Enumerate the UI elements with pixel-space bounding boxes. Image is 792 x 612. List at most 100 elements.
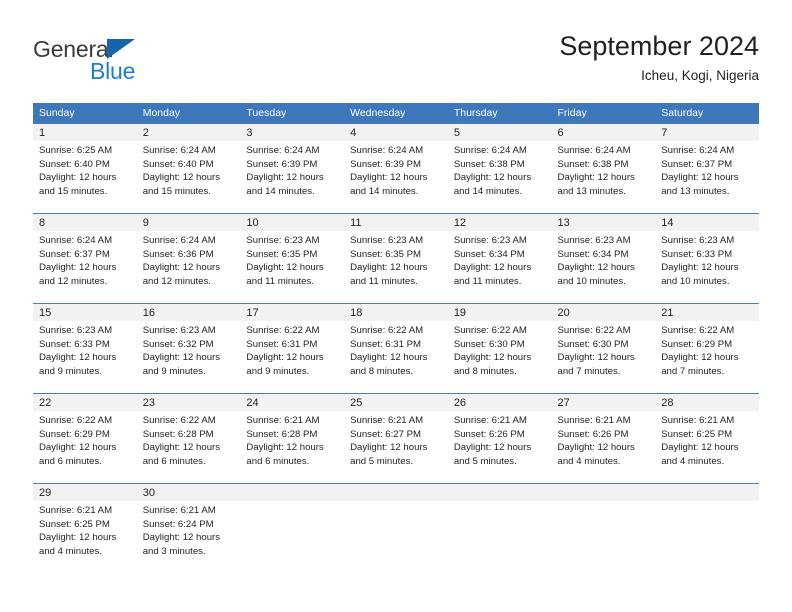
- day-number: 29: [33, 484, 137, 501]
- daylight-duration-line1: Daylight: 12 hours: [142, 352, 221, 364]
- day-details: Sunrise: 6:24 AM Sunset: 6:37 PM Daylight:…: [655, 141, 759, 198]
- calendar-day-cell[interactable]: 26 Sunrise: 6:21 AM Sunset: 6:26 PM Dayligh…: [447, 393, 552, 484]
- sunset-time: Sunset: 6:39 PM: [350, 158, 422, 170]
- day-details: Sunrise: 6:22 AM Sunset: 6:30 PM Daylight:…: [552, 321, 656, 378]
- calendar-empty-cell: [655, 483, 759, 574]
- day-number: 15: [33, 304, 137, 321]
- daylight-duration-line2: and 7 minutes.: [557, 365, 621, 377]
- daylight-duration-line1: Daylight: 12 hours: [39, 442, 117, 454]
- calendar-day-cell[interactable]: 10 Sunrise: 6:23 AM Sunset: 6:35 PM Dayligh…: [240, 213, 345, 304]
- daylight-duration-line2: and 3 minutes.: [142, 545, 206, 557]
- calendar-day-cell[interactable]: 25 Sunrise: 6:21 AM Sunset: 6:27 PM Dayligh…: [344, 393, 448, 484]
- day-number: 12: [447, 214, 552, 231]
- calendar-day-cell[interactable]: 6 Sunrise: 6:24 AM Sunset: 6:38 PM Daylight…: [551, 123, 656, 214]
- calendar-day-cell[interactable]: 5 Sunrise: 6:24 AM Sunset: 6:38 PM Daylight…: [447, 123, 552, 214]
- daylight-duration-line2: and 13 minutes.: [557, 185, 626, 197]
- calendar-day-cell[interactable]: 15 Sunrise: 6:23 AM Sunset: 6:33 PM Dayligh…: [33, 303, 137, 394]
- calendar-day-cell[interactable]: 11 Sunrise: 6:23 AM Sunset: 6:35 PM Dayligh…: [344, 213, 448, 304]
- calendar-day-cell[interactable]: 12 Sunrise: 6:23 AM Sunset: 6:34 PM Dayligh…: [447, 213, 552, 304]
- calendar-day-cell[interactable]: 17 Sunrise: 6:22 AM Sunset: 6:31 PM Dayligh…: [240, 303, 345, 394]
- calendar-table: Sunday Monday Tuesday Wednesday Thursday…: [33, 103, 759, 574]
- daylight-duration-line2: and 9 minutes.: [246, 365, 310, 377]
- daylight-duration-line1: Daylight: 12 hours: [246, 172, 324, 184]
- calendar-day-cell[interactable]: 21 Sunrise: 6:22 AM Sunset: 6:29 PM Dayligh…: [655, 303, 759, 394]
- day-details: Sunrise: 6:25 AM Sunset: 6:40 PM Daylight:…: [33, 141, 137, 198]
- day-number: [447, 484, 552, 501]
- daylight-duration-line1: Daylight: 12 hours: [246, 442, 324, 454]
- daylight-duration-line2: and 13 minutes.: [661, 185, 730, 197]
- daylight-duration-line1: Daylight: 12 hours: [39, 532, 117, 544]
- sunrise-time: Sunrise: 6:24 AM: [142, 145, 216, 156]
- calendar-day-cell[interactable]: 3 Sunrise: 6:24 AM Sunset: 6:39 PM Daylight…: [240, 123, 345, 214]
- calendar-day-cell[interactable]: 28 Sunrise: 6:21 AM Sunset: 6:25 PM Dayligh…: [655, 393, 759, 484]
- daylight-duration-line2: and 9 minutes.: [39, 365, 102, 377]
- daylight-duration-line1: Daylight: 12 hours: [142, 172, 221, 184]
- calendar-day-cell[interactable]: 9 Sunrise: 6:24 AM Sunset: 6:36 PM Daylight…: [136, 213, 241, 304]
- calendar-day-cell[interactable]: 16 Sunrise: 6:23 AM Sunset: 6:32 PM Dayligh…: [136, 303, 241, 394]
- sunset-time: Sunset: 6:38 PM: [557, 158, 629, 170]
- sunset-time: Sunset: 6:26 PM: [557, 428, 629, 440]
- calendar-day-cell[interactable]: 8 Sunrise: 6:24 AM Sunset: 6:37 PM Daylight…: [33, 213, 137, 304]
- weekday-header-sunday: Sunday: [33, 103, 137, 124]
- sunrise-time: Sunrise: 6:24 AM: [246, 145, 320, 156]
- page-header: General Blue September 2024 Icheu, Kogi,…: [0, 0, 792, 100]
- sunset-time: Sunset: 6:27 PM: [350, 428, 422, 440]
- sunset-time: Sunset: 6:28 PM: [142, 428, 214, 440]
- calendar-day-cell[interactable]: 24 Sunrise: 6:21 AM Sunset: 6:28 PM Dayligh…: [240, 393, 345, 484]
- day-number: 14: [655, 214, 759, 231]
- day-details: Sunrise: 6:23 AM Sunset: 6:32 PM Daylight:…: [137, 321, 241, 378]
- daylight-duration-line1: Daylight: 12 hours: [557, 172, 635, 184]
- calendar-day-cell[interactable]: 20 Sunrise: 6:22 AM Sunset: 6:30 PM Dayligh…: [551, 303, 656, 394]
- calendar-day-cell[interactable]: 29 Sunrise: 6:21 AM Sunset: 6:25 PM Dayligh…: [33, 483, 137, 574]
- daylight-duration-line2: and 11 minutes.: [350, 275, 418, 287]
- day-cell-inner: 11 Sunrise: 6:23 AM Sunset: 6:35 PM Dayligh…: [344, 214, 448, 303]
- sunrise-time: Sunrise: 6:22 AM: [350, 325, 424, 336]
- generalblue-logo[interactable]: General Blue: [33, 36, 213, 88]
- calendar-day-cell[interactable]: 4 Sunrise: 6:24 AM Sunset: 6:39 PM Daylight…: [344, 123, 448, 214]
- sunset-time: Sunset: 6:33 PM: [39, 338, 110, 350]
- day-cell-inner: 28 Sunrise: 6:21 AM Sunset: 6:25 PM Dayligh…: [655, 394, 759, 483]
- daylight-duration-line1: Daylight: 12 hours: [350, 172, 428, 184]
- day-cell-inner: 13 Sunrise: 6:23 AM Sunset: 6:34 PM Dayligh…: [551, 214, 656, 303]
- calendar-day-cell[interactable]: 23 Sunrise: 6:22 AM Sunset: 6:28 PM Dayligh…: [136, 393, 241, 484]
- sunrise-time: Sunrise: 6:22 AM: [39, 415, 113, 426]
- calendar-day-cell[interactable]: 13 Sunrise: 6:23 AM Sunset: 6:34 PM Dayligh…: [551, 213, 656, 304]
- day-cell-inner: 19 Sunrise: 6:22 AM Sunset: 6:30 PM Dayligh…: [447, 304, 552, 393]
- day-cell-inner: [447, 484, 552, 574]
- logo-text-blue: Blue: [90, 58, 136, 84]
- day-cell-inner: 29 Sunrise: 6:21 AM Sunset: 6:25 PM Dayligh…: [33, 484, 137, 574]
- weekday-header-monday: Monday: [136, 103, 241, 124]
- calendar-day-cell[interactable]: 14 Sunrise: 6:23 AM Sunset: 6:33 PM Dayligh…: [655, 213, 759, 304]
- day-number: 16: [136, 304, 241, 321]
- day-details: Sunrise: 6:24 AM Sunset: 6:39 PM Daylight:…: [240, 141, 344, 198]
- title-block: September 2024 Icheu, Kogi, Nigeria: [559, 30, 759, 86]
- sunrise-time: Sunrise: 6:21 AM: [142, 505, 216, 516]
- daylight-duration-line2: and 6 minutes.: [246, 455, 310, 467]
- calendar-day-cell[interactable]: 1 Sunrise: 6:25 AM Sunset: 6:40 PM Daylight…: [33, 123, 137, 214]
- sunrise-time: Sunrise: 6:21 AM: [39, 505, 113, 516]
- calendar-day-cell[interactable]: 27 Sunrise: 6:21 AM Sunset: 6:26 PM Dayligh…: [551, 393, 656, 484]
- day-details: [344, 501, 448, 504]
- calendar-empty-cell: [447, 483, 552, 574]
- day-details: [240, 501, 344, 504]
- daylight-duration-line2: and 8 minutes.: [453, 365, 517, 377]
- daylight-duration-line1: Daylight: 12 hours: [453, 352, 532, 364]
- day-cell-inner: 17 Sunrise: 6:22 AM Sunset: 6:31 PM Dayligh…: [240, 304, 345, 393]
- calendar-day-cell[interactable]: 18 Sunrise: 6:22 AM Sunset: 6:31 PM Dayligh…: [344, 303, 448, 394]
- sunset-time: Sunset: 6:26 PM: [453, 428, 525, 440]
- day-cell-inner: 12 Sunrise: 6:23 AM Sunset: 6:34 PM Dayligh…: [447, 214, 552, 303]
- sunrise-time: Sunrise: 6:24 AM: [557, 145, 631, 156]
- day-number: 24: [240, 394, 345, 411]
- calendar-day-cell[interactable]: 19 Sunrise: 6:22 AM Sunset: 6:30 PM Dayligh…: [447, 303, 552, 394]
- day-number: 30: [136, 484, 241, 501]
- calendar-day-cell[interactable]: 30 Sunrise: 6:21 AM Sunset: 6:24 PM Dayligh…: [136, 483, 241, 574]
- daylight-duration-line2: and 12 minutes.: [39, 275, 108, 287]
- calendar-day-cell[interactable]: 7 Sunrise: 6:24 AM Sunset: 6:37 PM Daylight…: [655, 123, 759, 214]
- sunrise-time: Sunrise: 6:23 AM: [142, 325, 216, 336]
- daylight-duration-line2: and 5 minutes.: [350, 455, 414, 467]
- calendar-week-row: 22 Sunrise: 6:22 AM Sunset: 6:29 PM Dayligh…: [33, 393, 759, 484]
- calendar-day-cell[interactable]: 2 Sunrise: 6:24 AM Sunset: 6:40 PM Daylight…: [136, 123, 241, 214]
- daylight-duration-line1: Daylight: 12 hours: [557, 352, 635, 364]
- calendar-day-cell[interactable]: 22 Sunrise: 6:22 AM Sunset: 6:29 PM Dayligh…: [33, 393, 137, 484]
- sunset-time: Sunset: 6:40 PM: [39, 158, 110, 170]
